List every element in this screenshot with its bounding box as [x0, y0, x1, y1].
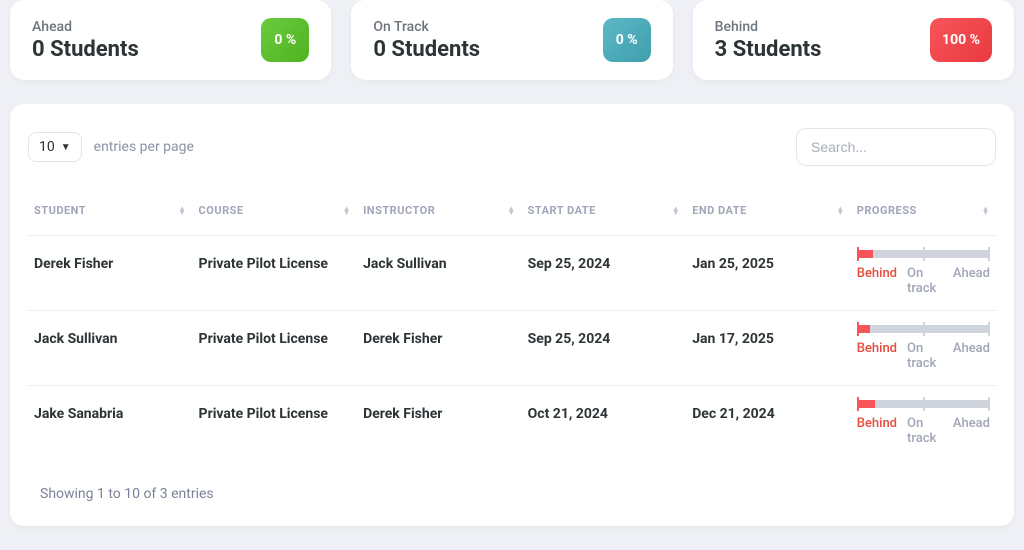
card-ontrack: On Track 0 Students 0 % [351, 0, 672, 80]
card-behind-value: 3 Students [715, 37, 822, 62]
cell-student: Jake Sanabria [28, 386, 193, 461]
progress-label-ahead: Ahead [953, 416, 990, 446]
sort-icon: ▲▼ [178, 207, 186, 215]
card-behind-label: Behind [715, 19, 822, 35]
card-ahead-label: Ahead [32, 19, 139, 35]
cell-course: Private Pilot License [193, 236, 358, 311]
card-ontrack-value: 0 Students [373, 37, 480, 62]
entries-per-page-label: entries per page [94, 139, 194, 155]
table-row: Derek Fisher Private Pilot License Jack … [28, 236, 996, 311]
cell-end: Dec 21, 2024 [686, 386, 851, 461]
card-behind: Behind 3 Students 100 % [693, 0, 1014, 80]
progress-bar: Behind On track Ahead [857, 325, 990, 371]
cell-end: Jan 17, 2025 [686, 311, 851, 386]
sort-icon: ▲▼ [836, 207, 844, 215]
table-row: Jake Sanabria Private Pilot License Dere… [28, 386, 996, 461]
col-progress[interactable]: Progress▲▼ [851, 194, 996, 236]
cell-end: Jan 25, 2025 [686, 236, 851, 311]
progress-bar: Behind On track Ahead [857, 250, 990, 296]
sort-icon: ▲▼ [507, 207, 515, 215]
search-input[interactable] [796, 128, 996, 166]
card-ontrack-label: On Track [373, 19, 480, 35]
students-table: Student▲▼ Course▲▼ Instructor▲▼ Start Da… [28, 194, 996, 460]
table-row: Jack Sullivan Private Pilot License Dere… [28, 311, 996, 386]
progress-label-behind: Behind [857, 416, 897, 446]
col-course[interactable]: Course▲▼ [193, 194, 358, 236]
cell-start: Oct 21, 2024 [522, 386, 687, 461]
page-size-select[interactable]: 10 ▼ [28, 132, 82, 162]
progress-label-behind: Behind [857, 341, 897, 371]
col-start[interactable]: Start Date▲▼ [522, 194, 687, 236]
sort-icon: ▲▼ [982, 207, 990, 215]
cell-start: Sep 25, 2024 [522, 236, 687, 311]
cell-progress: Behind On track Ahead [851, 386, 996, 461]
chevron-down-icon: ▼ [61, 142, 71, 153]
cell-progress: Behind On track Ahead [851, 311, 996, 386]
cell-course: Private Pilot License [193, 386, 358, 461]
card-ahead-badge: 0 % [261, 18, 309, 62]
card-ontrack-badge: 0 % [603, 18, 651, 62]
progress-label-ontrack: On track [907, 341, 943, 371]
col-end[interactable]: End Date▲▼ [686, 194, 851, 236]
card-behind-badge: 100 % [930, 18, 992, 62]
progress-bar: Behind On track Ahead [857, 400, 990, 446]
cell-course: Private Pilot License [193, 311, 358, 386]
table-footer: Showing 1 to 10 of 3 entries [28, 486, 996, 502]
col-instructor[interactable]: Instructor▲▼ [357, 194, 522, 236]
cell-start: Sep 25, 2024 [522, 311, 687, 386]
progress-label-ontrack: On track [907, 416, 943, 446]
progress-label-ahead: Ahead [953, 266, 990, 296]
card-ahead: Ahead 0 Students 0 % [10, 0, 331, 80]
progress-label-behind: Behind [857, 266, 897, 296]
progress-label-ontrack: On track [907, 266, 943, 296]
sort-icon: ▲▼ [672, 207, 680, 215]
cell-progress: Behind On track Ahead [851, 236, 996, 311]
cell-instructor: Jack Sullivan [357, 236, 522, 311]
cell-student: Jack Sullivan [28, 311, 193, 386]
cell-instructor: Derek Fisher [357, 386, 522, 461]
progress-label-ahead: Ahead [953, 341, 990, 371]
page-size-value: 10 [39, 139, 55, 155]
cell-instructor: Derek Fisher [357, 311, 522, 386]
col-student[interactable]: Student▲▼ [28, 194, 193, 236]
table-panel: 10 ▼ entries per page Student▲▼ Course▲▼… [10, 104, 1014, 526]
sort-icon: ▲▼ [343, 207, 351, 215]
cell-student: Derek Fisher [28, 236, 193, 311]
card-ahead-value: 0 Students [32, 37, 139, 62]
